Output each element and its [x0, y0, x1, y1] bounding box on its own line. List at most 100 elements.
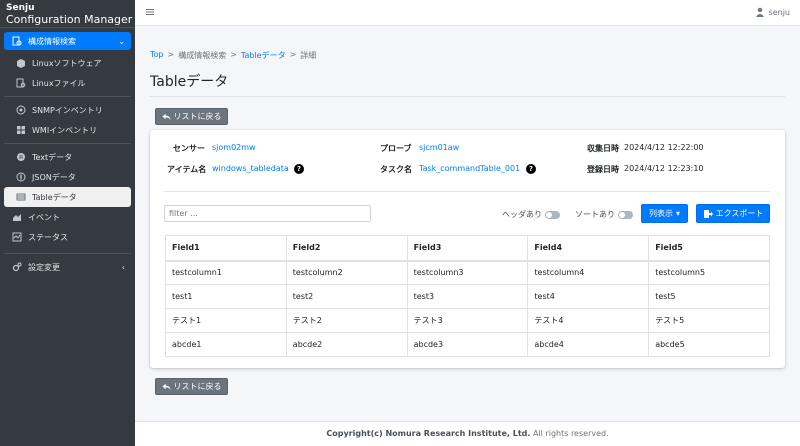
sidebar-item-label: Tableデータ: [32, 192, 77, 202]
sidebar-item-label: ステータス: [28, 232, 68, 242]
table-cell: abcde3: [406, 332, 529, 357]
breadcrumb-table-data[interactable]: Tableデータ: [241, 50, 286, 61]
data-table: Field1 Field2 Field3 Field4 Field5 testc…: [165, 235, 770, 357]
reply-icon: [161, 383, 171, 391]
back-to-list-button[interactable]: リストに戻る: [155, 108, 228, 125]
sidebar-item-label: Textデータ: [32, 152, 73, 162]
breadcrumb-detail: 詳細: [300, 51, 317, 60]
topbar: senju: [135, 0, 800, 26]
column-header[interactable]: Field3: [406, 235, 529, 262]
table-cell: abcde2: [285, 332, 408, 357]
table-cell: testcolumn2: [285, 260, 408, 285]
sensor-value[interactable]: sjom02mw: [212, 143, 256, 152]
table-cell: abcde5: [648, 332, 770, 357]
sidebar: Senju Configuration Manager 構成情報検索 ⌄ Lin…: [0, 0, 135, 446]
sidebar-item-event[interactable]: イベント: [4, 207, 131, 227]
divider: [164, 191, 770, 192]
column-display-label: 列表示: [648, 209, 673, 218]
column-display-button[interactable]: 列表示 ▾: [641, 204, 688, 223]
brand-line1: Senju: [6, 3, 35, 13]
user-menu[interactable]: senju: [755, 7, 790, 17]
divider: [4, 96, 131, 97]
breadcrumb-top[interactable]: Top: [150, 50, 164, 61]
item-label: アイテム名: [167, 165, 207, 174]
table-cell: テスト4: [527, 308, 650, 333]
chevron-left-icon: ‹: [121, 262, 125, 272]
user-icon: [755, 7, 765, 17]
sidebar-item-label: 構成情報検索: [28, 36, 76, 46]
header-toggle[interactable]: ヘッダあり: [502, 209, 560, 220]
table-row: テスト1 テスト2 テスト3 テスト4 テスト5: [165, 308, 770, 333]
column-header[interactable]: Field4: [527, 235, 650, 262]
export-button[interactable]: エクスポート: [696, 204, 770, 223]
column-header[interactable]: Field1: [165, 235, 287, 262]
sensor-label: センサー: [173, 144, 205, 153]
sort-toggle[interactable]: ソートあり: [575, 209, 633, 220]
detail-card: センサー sjom02mw プローブ sjcm01aw 収集日時 2024/4/…: [150, 130, 785, 368]
column-header[interactable]: Field5: [648, 235, 770, 262]
footer-copyright: Copyright(c) Nomura Research Institute, …: [326, 429, 531, 438]
table-cell: testcolumn3: [406, 260, 529, 285]
brand-logo[interactable]: Senju Configuration Manager: [0, 0, 135, 28]
registered-label: 登録日時: [587, 165, 619, 174]
back-button-label: リストに戻る: [173, 112, 222, 121]
reply-icon: [161, 113, 171, 121]
hamburger-menu-icon[interactable]: [145, 7, 155, 17]
sidebar-item-linux-file[interactable]: Linuxファイル: [4, 73, 131, 93]
divider: [4, 143, 131, 144]
sidebar-item-label: 設定変更: [28, 262, 60, 272]
probe-value[interactable]: sjcm01aw: [419, 143, 459, 152]
item-value[interactable]: windows_tabledata: [212, 164, 289, 173]
page-title: Tableデータ: [150, 74, 229, 90]
table-cell: テスト1: [165, 308, 287, 333]
sidebar-item-label: Linuxソフトウェア: [32, 58, 102, 68]
collected-label: 収集日時: [587, 144, 619, 153]
sidebar-item-label: イベント: [28, 212, 60, 222]
sidebar-item-text-data[interactable]: Textデータ: [4, 147, 131, 167]
user-name: senju: [768, 7, 790, 17]
task-value[interactable]: Task_commandTable_001: [419, 164, 520, 173]
table-cell: test1: [165, 284, 287, 309]
breadcrumb-separator: >: [289, 50, 297, 59]
table-cell: テスト2: [285, 308, 408, 333]
table-cell: abcde4: [527, 332, 650, 357]
sidebar-item-settings[interactable]: 設定変更 ‹: [4, 257, 131, 277]
table-cell: test2: [285, 284, 408, 309]
back-button-label: リストに戻る: [173, 382, 222, 391]
sidebar-item-label: Linuxファイル: [32, 78, 86, 88]
breadcrumb: Top > 構成情報検索 > Tableデータ > 詳細: [150, 50, 316, 61]
header-toggle-switch[interactable]: [545, 210, 560, 219]
export-label: エクスポート: [715, 209, 764, 218]
table-cell: test4: [527, 284, 650, 309]
help-icon[interactable]: ?: [526, 164, 536, 174]
table-row: abcde1 abcde2 abcde3 abcde4 abcde5: [165, 332, 770, 357]
sidebar-nav: 構成情報検索 ⌄ Linuxソフトウェア Linuxファイル SNMPインベント…: [0, 28, 135, 277]
json-icon: [16, 172, 26, 182]
breadcrumb-config-search: 構成情報検索: [178, 51, 227, 60]
sidebar-item-label: WMIインベントリ: [32, 125, 98, 135]
brand-line2: Configuration Manager: [6, 13, 133, 26]
sidebar-item-config-search[interactable]: 構成情報検索 ⌄: [4, 32, 131, 50]
search-list-icon: [12, 36, 22, 46]
table-cell: テスト5: [648, 308, 770, 333]
table-cell: testcolumn5: [648, 260, 770, 285]
caret-down-icon: ▾: [675, 209, 680, 218]
sort-toggle-switch[interactable]: [618, 210, 633, 219]
help-icon[interactable]: ?: [294, 164, 304, 174]
table-row: testcolumn1 testcolumn2 testcolumn3 test…: [165, 260, 770, 285]
sidebar-item-wmi-inventory[interactable]: WMIインベントリ: [4, 120, 131, 140]
header-toggle-label: ヘッダあり: [502, 210, 542, 219]
table-cell: testcolumn1: [165, 260, 287, 285]
sidebar-item-snmp-inventory[interactable]: SNMPインベントリ: [4, 100, 131, 120]
sidebar-item-status[interactable]: ステータス: [4, 227, 131, 247]
file-export-icon: [703, 209, 713, 218]
column-header[interactable]: Field2: [285, 235, 408, 262]
sidebar-item-linux-software[interactable]: Linuxソフトウェア: [4, 53, 131, 73]
back-to-list-button-bottom[interactable]: リストに戻る: [155, 378, 228, 395]
sidebar-item-json-data[interactable]: JSONデータ: [4, 167, 131, 187]
chart-area-icon: [12, 212, 22, 222]
table-cell: testcolumn4: [527, 260, 650, 285]
filter-input[interactable]: [164, 205, 371, 222]
table-cell: test5: [648, 284, 770, 309]
sidebar-item-table-data[interactable]: Tableデータ: [4, 187, 131, 207]
